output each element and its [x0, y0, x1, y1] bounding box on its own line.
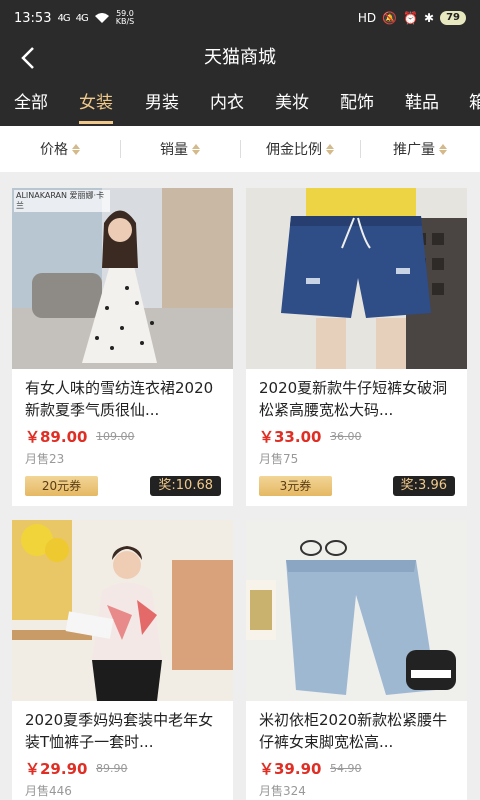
alarm-icon: ⏰: [403, 11, 419, 25]
product-card[interactable]: 2020夏新款牛仔短裤女破洞松紧高腰宽松大码... ￥33.00 36.00 月…: [246, 188, 467, 506]
tab-accessories[interactable]: 配饰: [340, 80, 374, 126]
hd-indicator: HD: [357, 11, 377, 25]
product-price: ￥29.90: [25, 760, 88, 778]
reward-badge: 奖:3.96: [392, 476, 455, 496]
product-card[interactable]: 2020夏季妈妈套装中老年女装T恤裤子一套时... ￥29.90 89.90 月…: [12, 520, 233, 800]
product-title: 有女人味的雪纺连衣裙2020新款夏季气质很仙...: [25, 379, 214, 419]
sort-arrows-icon: [72, 143, 80, 155]
mute-icon: 🔕: [382, 11, 398, 25]
sort-price[interactable]: 价格: [0, 126, 120, 172]
sort-arrows-icon: [439, 143, 447, 155]
sort-commission[interactable]: 佣金比例: [240, 126, 360, 172]
product-title: 米初依柜2020新款松紧腰牛仔裤女束脚宽松高...: [259, 711, 448, 751]
tab-all[interactable]: 全部: [14, 80, 48, 126]
product-grid: ALINAKARAN 爱丽娜·卡兰 有女人味的雪纺连衣裙2020新款夏季气质很仙…: [0, 172, 480, 800]
product-original-price: 36.00: [330, 430, 362, 443]
product-monthly-sales: 月售446: [25, 784, 72, 798]
signal-icon: 4G: [57, 12, 70, 24]
reward-badge: 奖:10.68: [150, 476, 221, 496]
product-title: 2020夏新款牛仔短裤女破洞松紧高腰宽松大码...: [259, 379, 448, 419]
tab-beauty[interactable]: 美妆: [275, 80, 309, 126]
tab-bags[interactable]: 箱: [469, 80, 480, 126]
wifi-icon: [94, 13, 109, 23]
product-price: ￥89.00: [25, 428, 88, 446]
battery-icon: 79: [440, 11, 466, 25]
product-card[interactable]: 米初依柜2020新款松紧腰牛仔裤女束脚宽松高... ￥39.90 54.90 月…: [246, 520, 467, 800]
sort-sales[interactable]: 销量: [120, 126, 240, 172]
sort-label: 推广量: [393, 142, 435, 158]
sort-bar: 价格 销量 佣金比例 推广量: [0, 126, 480, 172]
product-image: [246, 520, 467, 701]
product-title: 2020夏季妈妈套装中老年女装T恤裤子一套时...: [25, 711, 214, 751]
product-monthly-sales: 月售324: [259, 784, 306, 798]
bluetooth-icon: ✱: [424, 11, 435, 25]
product-monthly-sales: 月售23: [25, 452, 65, 466]
status-bar: 13:53 4G 4G 59.0 KB/S HD 🔕 ⏰ ✱ 79: [0, 0, 480, 36]
sort-arrows-icon: [326, 143, 334, 155]
tab-underwear[interactable]: 内衣: [210, 80, 244, 126]
product-image: ALINAKARAN 爱丽娜·卡兰: [12, 188, 233, 369]
signal-icon-2: 4G: [75, 12, 89, 24]
coupon-badge[interactable]: 20元券: [25, 476, 98, 496]
tab-shoes[interactable]: 鞋品: [405, 80, 439, 126]
tab-womens[interactable]: 女装: [79, 80, 113, 126]
status-time: 13:53: [14, 10, 52, 26]
product-price: ￥39.90: [259, 760, 322, 778]
product-image: [246, 188, 467, 369]
sort-label: 价格: [40, 142, 68, 158]
sort-promotion[interactable]: 推广量: [360, 126, 480, 172]
sort-label: 销量: [160, 142, 188, 158]
app-header: 天猫商城: [0, 36, 480, 80]
product-original-price: 89.90: [96, 762, 128, 775]
product-image: [12, 520, 233, 701]
sort-arrows-icon: [192, 143, 200, 155]
tab-mens[interactable]: 男装: [145, 80, 179, 126]
brand-logo: ALINAKARAN 爱丽娜·卡兰: [14, 190, 110, 212]
product-original-price: 109.00: [96, 430, 135, 443]
product-price: ￥33.00: [259, 428, 322, 446]
sort-label: 佣金比例: [266, 142, 322, 158]
coupon-badge[interactable]: 3元券: [259, 476, 332, 496]
product-card[interactable]: ALINAKARAN 爱丽娜·卡兰 有女人味的雪纺连衣裙2020新款夏季气质很仙…: [12, 188, 233, 506]
product-monthly-sales: 月售75: [259, 452, 299, 466]
network-speed: 59.0 KB/S: [115, 9, 135, 26]
category-tabs: 全部 女装 男装 内衣 美妆 配饰 鞋品 箱: [0, 80, 480, 126]
product-original-price: 54.90: [330, 762, 362, 775]
page-title: 天猫商城: [204, 47, 276, 68]
